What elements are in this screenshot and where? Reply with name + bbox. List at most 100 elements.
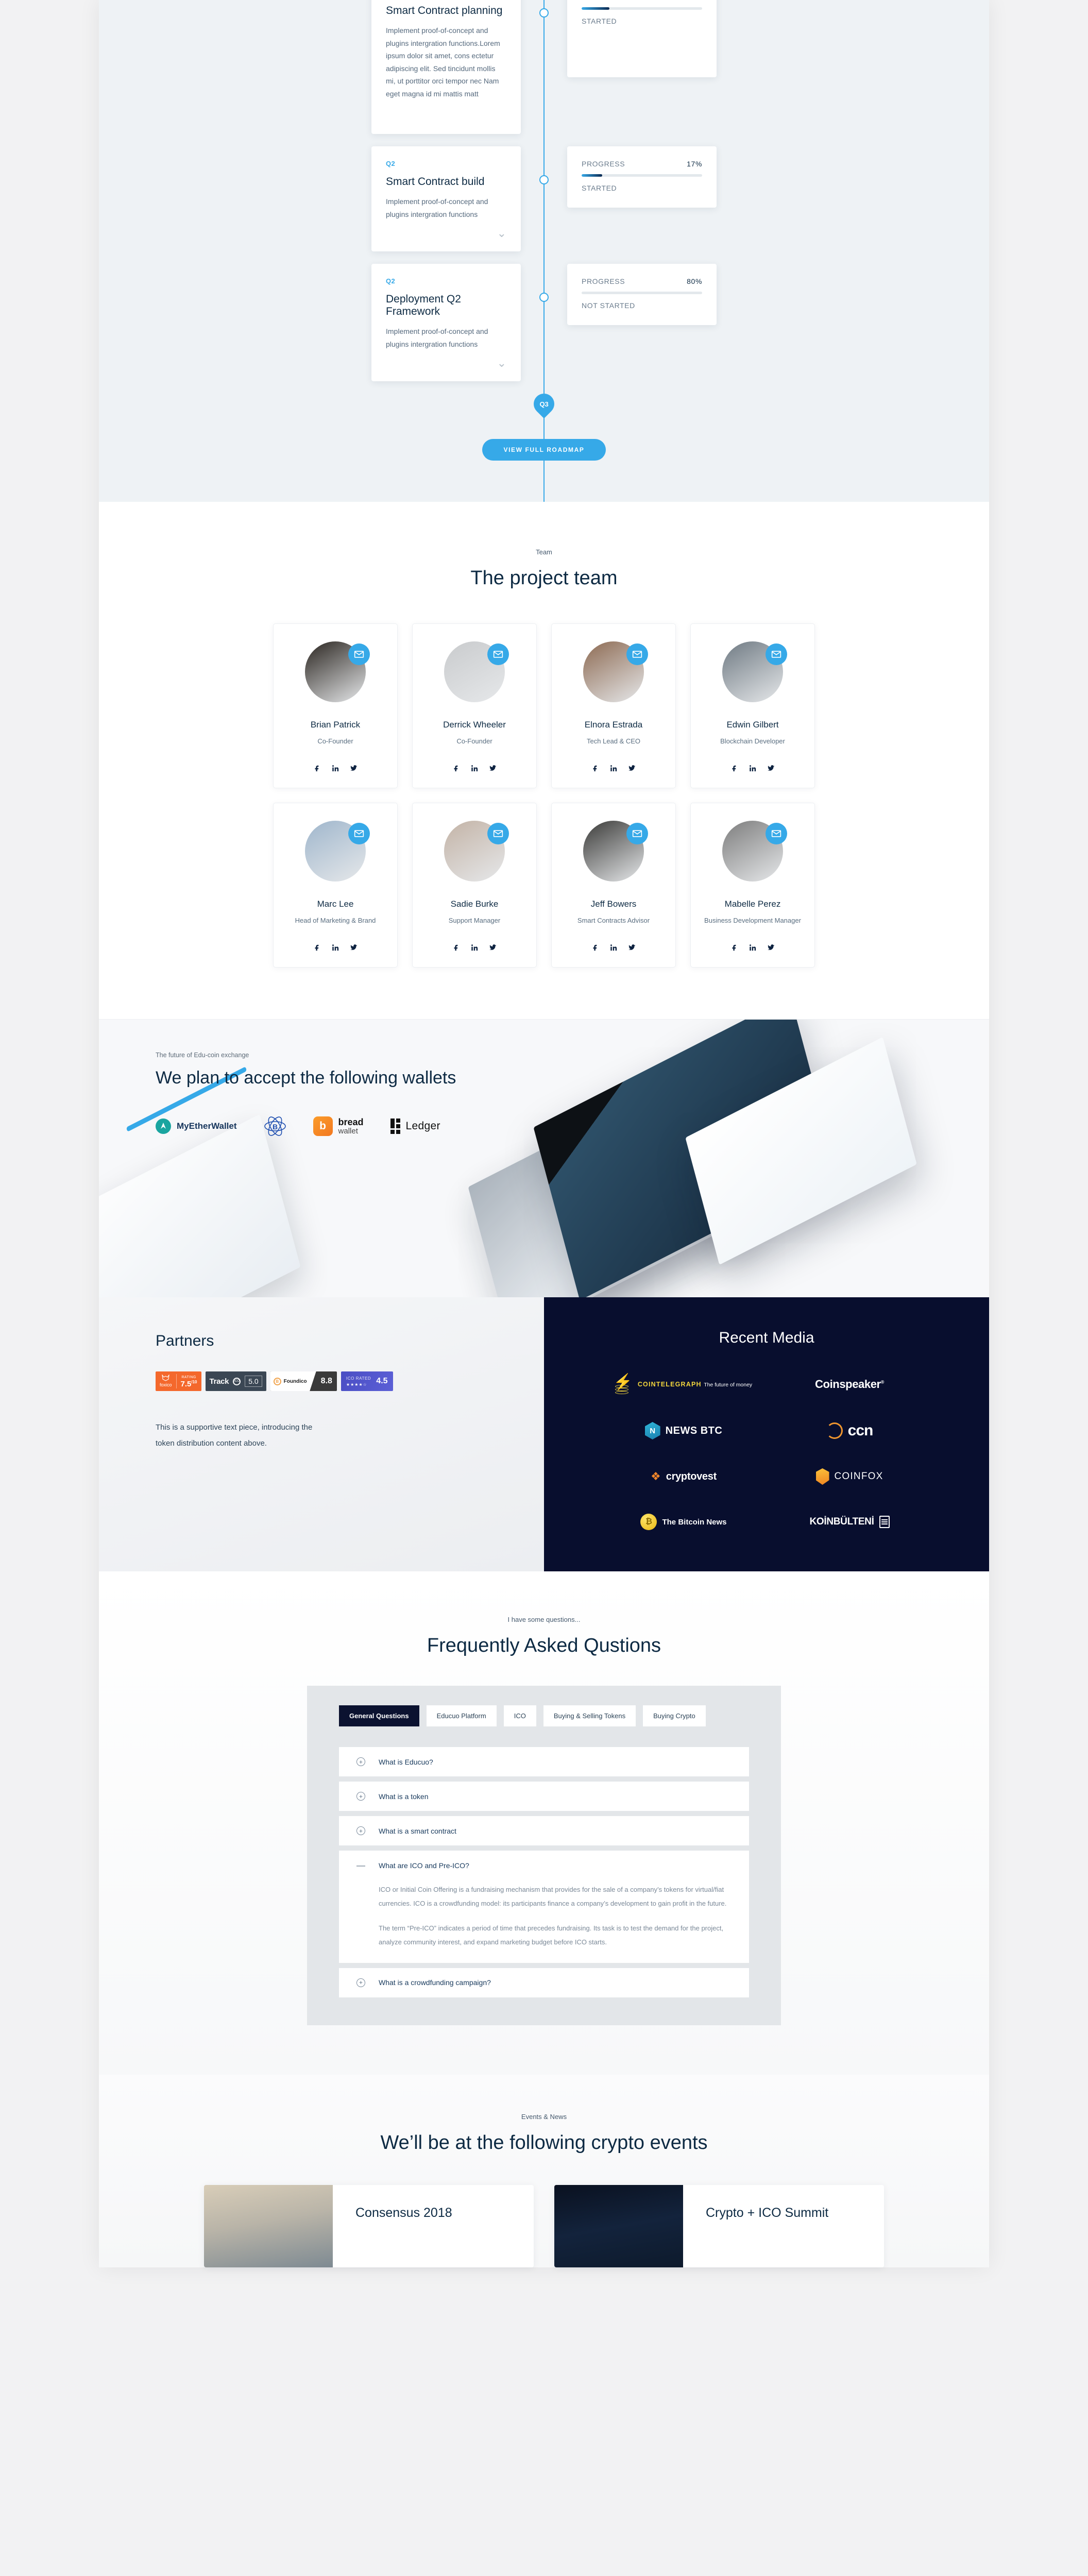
team-member-card[interactable]: Elnora Estrada Tech Lead & CEO [551,623,676,788]
faq-tab[interactable]: Buying & Selling Tokens [543,1705,636,1726]
roadmap-card-title: Smart Contract build [386,176,485,188]
facebook-icon[interactable] [731,944,739,952]
twitter-icon[interactable] [628,765,636,772]
faq-question-row[interactable]: + What is a smart contract [356,1826,732,1835]
event-card[interactable]: Consensus 2018 [204,2184,534,2267]
twitter-icon[interactable] [767,765,775,772]
roadmap-card[interactable]: Q2 Deployment Q2 Framework Implement pro… [371,264,521,381]
facebook-icon[interactable] [314,765,321,772]
media-logo-label: COINFOX [834,1471,883,1482]
faq-question-row[interactable]: — What are ICO and Pre-ICO? [356,1861,732,1870]
partner-badge-trackico[interactable]: Track ICO 5.0 [205,1371,266,1391]
linkedin-icon[interactable] [749,765,757,772]
team-member-card[interactable]: Jeff Bowers Smart Contracts Advisor [551,803,676,968]
linkedin-icon[interactable] [749,944,757,952]
plus-icon[interactable]: + [356,1978,365,1987]
media-logo-coinfox[interactable]: COINFOX [815,1468,883,1485]
event-thumbnail [204,2184,333,2267]
minus-icon[interactable]: — [356,1861,365,1870]
mail-icon[interactable] [766,823,787,844]
faq-item[interactable]: + What is a smart contract [339,1816,749,1845]
svg-text:B: B [272,1123,277,1131]
twitter-icon[interactable] [350,944,358,952]
linkedin-icon[interactable] [471,944,479,952]
twitter-icon[interactable] [489,944,497,952]
team-member-role: Co-Founder [317,737,353,745]
faq-tab[interactable]: Educuo Platform [426,1705,497,1726]
wallet-logo-bitcoin-atom[interactable]: B [264,1116,286,1137]
facebook-icon[interactable] [314,944,321,952]
faq-question-row[interactable]: + What is Educuo? [356,1757,732,1766]
roadmap-row: × Q2 Smart Contract planning Implement p… [99,0,989,134]
faq-question-row[interactable]: + What is a token [356,1792,732,1801]
twitter-icon[interactable] [767,944,775,952]
facebook-icon[interactable] [453,944,461,952]
twitter-icon[interactable] [350,765,358,772]
plus-icon[interactable]: + [356,1826,365,1835]
view-full-roadmap-button[interactable]: VIEW FULL ROADMAP [482,439,606,461]
media-logo-ccn[interactable]: ccn [826,1422,873,1439]
faq-item[interactable]: + What is a token [339,1782,749,1811]
registered-mark-icon: ® [880,1379,885,1385]
faq-tab[interactable]: Buying Crypto [643,1705,706,1726]
linkedin-icon[interactable] [471,765,479,772]
chevron-down-icon[interactable]: ⌄ [386,228,506,239]
linkedin-icon[interactable] [610,765,618,772]
mail-icon[interactable] [487,643,509,665]
twitter-icon[interactable] [489,765,497,772]
mail-icon[interactable] [348,643,370,665]
media-logo-thebitcoinnews[interactable]: ₿ The Bitcoin News [640,1514,727,1530]
faq-item[interactable]: — What are ICO and Pre-ICO? ICO or Initial… [339,1851,749,1963]
roadmap-card[interactable]: × Q2 Smart Contract planning Implement p… [371,0,521,134]
mail-icon[interactable] [766,643,787,665]
facebook-icon[interactable] [592,765,600,772]
team-member-card[interactable]: Derrick Wheeler Co-Founder [412,623,537,788]
team-grid: Brian Patrick Co-Founder Derrick Wheeler Co… [99,623,989,968]
team-member-role: Head of Marketing & Brand [295,917,376,924]
media-logo-cointelegraph[interactable]: ⚡ COINTELEGRAPH The future of money [613,1375,752,1394]
team-member-card[interactable]: Sadie Burke Support Manager [412,803,537,968]
faq-item[interactable]: + What is a crowdfunding campaign? [339,1968,749,1997]
team-member-card[interactable]: Brian Patrick Co-Founder [273,623,398,788]
partner-badge-foundico[interactable]: B Foundico 8.8 [270,1371,337,1391]
media-logo-newsbtc[interactable]: N NEWS BTC [644,1422,723,1439]
wallets-section: The future of Edu-coin exchange We plan … [99,1019,989,1297]
event-body: Consensus 2018 [333,2185,452,2267]
faq-tab[interactable]: ICO [503,1705,536,1726]
wallet-logo-myetherwallet[interactable]: MyEtherWallet [156,1118,237,1134]
team-member-card[interactable]: Mabelle Perez Business Development Manage… [690,803,815,968]
media-logo-koinbulteni[interactable]: KOİNBÜLTENİ [809,1516,890,1528]
wallet-logo-ledger[interactable]: Ledger [390,1118,440,1134]
progress-value: 80% [687,277,702,285]
linkedin-icon[interactable] [332,765,339,772]
magnifier-icon: ICO [233,1377,241,1385]
faq-answer-paragraph: ICO or Initial Coin Offering is a fundra… [379,1886,727,1907]
plus-icon[interactable]: + [356,1792,365,1801]
mail-icon[interactable] [626,643,648,665]
linkedin-icon[interactable] [610,944,618,952]
mail-icon[interactable] [487,823,509,844]
chevron-down-icon[interactable]: ⌄ [386,358,506,369]
faq-question-row[interactable]: + What is a crowdfunding campaign? [356,1978,732,1987]
media-logo-coinspeaker[interactable]: Coinspeaker® [815,1378,884,1391]
facebook-icon[interactable] [453,765,461,772]
wallet-logo-bread[interactable]: b bread wallet [313,1116,364,1136]
roadmap-row-left: × Q2 Smart Contract planning Implement p… [99,0,544,134]
partner-badge-foxico[interactable]: foxico RATING 7.5/10 [156,1371,201,1391]
twitter-icon[interactable] [628,944,636,952]
site-frame: × Q2 Smart Contract planning Implement p… [99,0,989,2267]
facebook-icon[interactable] [731,765,739,772]
mail-icon[interactable] [348,823,370,844]
faq-item[interactable]: + What is Educuo? [339,1747,749,1776]
roadmap-card[interactable]: Q2 Smart Contract build Implement proof-… [371,146,521,251]
team-member-card[interactable]: Edwin Gilbert Blockchain Developer [690,623,815,788]
event-card[interactable]: Crypto + ICO Summit [554,2184,884,2267]
faq-tab[interactable]: General Questions [339,1705,419,1726]
facebook-icon[interactable] [592,944,600,952]
team-member-card[interactable]: Marc Lee Head of Marketing & Brand [273,803,398,968]
plus-icon[interactable]: + [356,1757,365,1766]
linkedin-icon[interactable] [332,944,339,952]
mail-icon[interactable] [626,823,648,844]
media-logo-cryptovest[interactable]: ❖ cryptovest [651,1471,717,1483]
partner-badge-icorated[interactable]: ICO RATED ★★★★☆ 4.5 [341,1371,393,1391]
